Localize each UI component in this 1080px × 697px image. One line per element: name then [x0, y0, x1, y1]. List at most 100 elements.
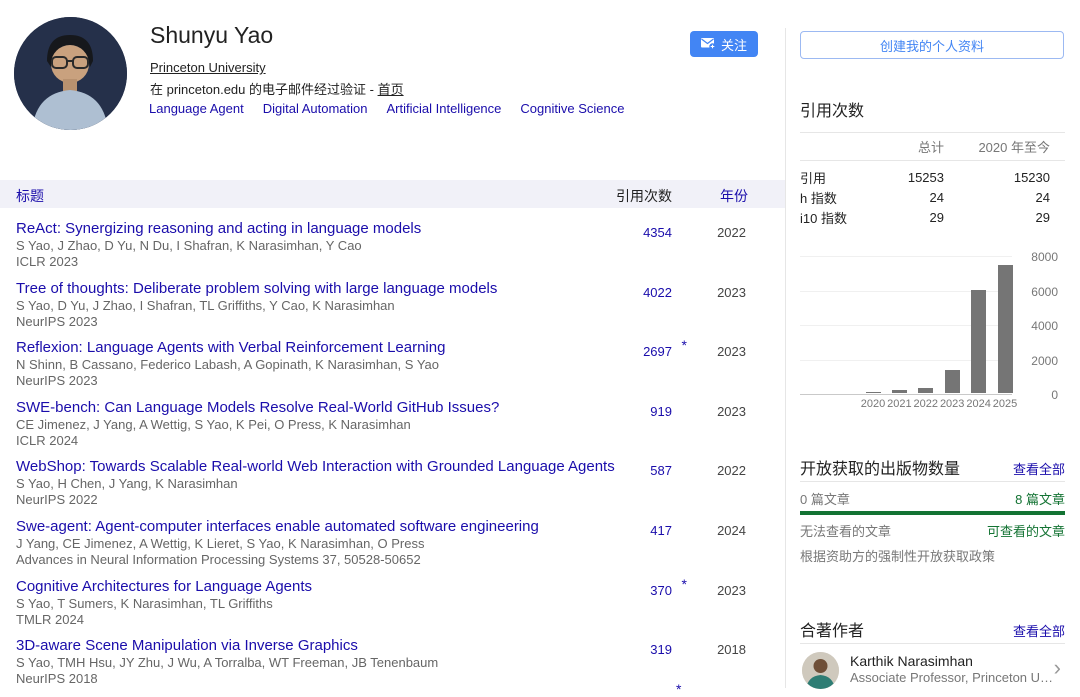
publication-row: Tree of thoughts: Deliberate problem sol…	[0, 274, 785, 334]
closed-articles-label: 无法查看的文章	[800, 524, 892, 539]
cited-by-count-link[interactable]: 319	[650, 642, 672, 657]
interest-link[interactable]: Language Agent	[149, 101, 244, 116]
sort-by-citations-header: 引用次数	[616, 188, 672, 204]
open-access-labels: 无法查看的文章 可查看的文章	[800, 521, 1065, 540]
citation-stats-body: 引用 15253 15230 h 指数 24 24 i10 指数 29 29	[800, 161, 1065, 227]
citations-per-year-chart	[800, 256, 1013, 395]
closed-articles-count: 0 篇文章	[800, 492, 850, 507]
open-access-view-all-link[interactable]: 查看全部	[1013, 459, 1065, 478]
cited-by-count-link[interactable]: 2697	[643, 344, 672, 359]
interest-link[interactable]: Cognitive Science	[520, 101, 624, 116]
chart-x-axis-labels: 2020 2021 2022 2023 2024 2025	[800, 398, 1017, 412]
publication-venue: TMLR 2024	[16, 611, 84, 627]
publication-year: 2023	[717, 403, 746, 419]
chart-ytick-label: 4000	[1031, 319, 1058, 333]
stat-value-since: 15230	[1013, 169, 1050, 185]
chart-bar-2022[interactable]	[918, 387, 934, 393]
affiliation-link[interactable]: Princeton University	[150, 60, 266, 75]
cited-by-count-link[interactable]: 4354	[643, 225, 672, 240]
cited-by-count-link[interactable]: 919	[650, 404, 672, 419]
coauthor-avatar-image	[802, 652, 839, 689]
verified-email-text: 在 princeton.edu 的电子邮件经过验证 -	[150, 82, 378, 97]
chart-gridline	[800, 256, 1012, 257]
citation-stats-row: h 指数 24 24	[800, 187, 1065, 207]
publication-venue: ICLR 2023	[16, 254, 79, 269]
chart-xtick-label: 2020	[860, 398, 886, 410]
coauthors-view-all-link[interactable]: 查看全部	[1013, 621, 1065, 640]
publication-year: 2023	[717, 582, 746, 598]
chart-bar-2020[interactable]	[865, 391, 881, 393]
homepage-link[interactable]: 首页	[378, 82, 404, 97]
profile-name: Shunyu Yao	[150, 22, 274, 48]
chart-ytick-label: 2000	[1031, 353, 1058, 368]
stat-label: h 指数	[800, 190, 837, 206]
coauthors-header: 合著作者 查看全部	[800, 617, 1065, 641]
open-access-note: 根据资助方的强制性开放获取政策	[800, 549, 996, 564]
chart-bar-2023[interactable]	[944, 369, 960, 393]
publication-venue: NeurIPS 2023	[16, 373, 98, 389]
chart-gridline	[800, 394, 1012, 395]
publication-venue: NeurIPS 2018	[16, 671, 98, 687]
publication-authors: J Yang, CE Jimenez, A Wettig, K Lieret, …	[16, 535, 425, 551]
stat-label: i10 指数	[800, 210, 847, 226]
partial-next-row-star: *	[676, 681, 682, 697]
sort-by-year-header[interactable]: 年份	[720, 186, 748, 206]
chevron-right-icon[interactable]: ›	[1054, 655, 1061, 681]
publication-authors: CE Jimenez, J Yang, A Wettig, S Yao, K P…	[16, 416, 411, 432]
chart-bar-2024[interactable]	[971, 289, 987, 393]
sidebar-column: 创建我的个人资料 引用次数 总计 2020 年至今 引用 15253 15230…	[800, 0, 1065, 693]
publication-venue: NeurIPS 2022	[16, 492, 98, 508]
publication-row: WebShop: Towards Scalable Real-world Web…	[0, 452, 785, 512]
chart-xtick-label: 2025	[992, 398, 1018, 410]
interest-link[interactable]: Artificial Intelligence	[387, 101, 502, 116]
cited-by-count-link[interactable]: 370	[650, 583, 672, 598]
research-interests: Language Agent Digital Automation Artifici…	[149, 101, 643, 116]
stat-value-since: 29	[1035, 209, 1050, 225]
cited-by-count-link[interactable]: 4022	[643, 285, 672, 300]
chart-xtick-label: 2023	[939, 398, 965, 410]
publication-year: 2022	[717, 225, 746, 240]
citation-stats-table: 总计 2020 年至今 引用 15253 15230 h 指数 24 24 i1…	[800, 132, 1065, 227]
stats-header-since: 2020 年至今	[978, 140, 1050, 155]
citation-stats-header-row: 总计 2020 年至今	[800, 132, 1065, 161]
chart-ytick-label: 0	[1051, 388, 1058, 402]
publication-authors: S Yao, TMH Hsu, JY Zhu, J Wu, A Torralba…	[16, 655, 439, 671]
coauthor-name-link[interactable]: Karthik Narasimhan	[850, 653, 973, 669]
follow-button[interactable]: 关注	[690, 31, 758, 57]
open-access-counts: 0 篇文章 8 篇文章	[800, 489, 1065, 508]
publication-year: 2023	[717, 344, 746, 360]
estimated-citations-star: *	[681, 337, 687, 354]
publication-venue: ICLR 2024	[16, 432, 79, 448]
stat-label: 引用	[800, 170, 827, 186]
chart-xtick-label: 2022	[913, 398, 939, 410]
publication-authors: S Yao, D Yu, J Zhao, I Shafran, TL Griff…	[16, 297, 395, 313]
follow-button-label: 关注	[720, 37, 747, 53]
cited-by-count-link[interactable]: 587	[650, 463, 672, 478]
open-articles-count-link[interactable]: 8 篇文章	[1015, 489, 1065, 508]
profile-photo[interactable]	[14, 17, 127, 130]
stats-header-all: 总计	[917, 140, 944, 155]
citation-stats-row: i10 指数 29 29	[800, 207, 1065, 227]
coauthor-avatar	[802, 652, 839, 689]
interest-link[interactable]: Digital Automation	[263, 101, 368, 116]
sort-by-title-header[interactable]: 标题	[16, 186, 44, 206]
create-profile-button[interactable]: 创建我的个人资料	[800, 31, 1064, 59]
open-access-header: 开放获取的出版物数量 查看全部	[800, 455, 1065, 479]
publication-authors: S Yao, J Zhao, D Yu, N Du, I Shafran, K …	[16, 238, 362, 253]
publication-venue: NeurIPS 2023	[16, 313, 98, 329]
publication-authors: S Yao, H Chen, J Yang, K Narasimhan	[16, 476, 238, 492]
chart-ytick-label: 8000	[1031, 250, 1058, 264]
coauthor-item[interactable]: Karthik Narasimhan Associate Professor, …	[800, 651, 1065, 693]
chart-y-axis-labels: 0 2000 4000 6000 8000	[1012, 250, 1060, 408]
publication-year: 2023	[717, 284, 746, 300]
cited-by-count-link[interactable]: 417	[650, 523, 672, 538]
cited-by-section-title: 引用次数	[800, 103, 865, 120]
publication-row: 3D-aware Scene Manipulation via Inverse …	[0, 631, 785, 691]
publication-year: 2018	[717, 642, 746, 658]
publication-venue: Advances in Neural Information Processin…	[16, 551, 421, 567]
chart-xtick-label: 2024	[966, 398, 991, 410]
chart-bar-2025[interactable]	[997, 265, 1013, 393]
chart-bar-2021[interactable]	[891, 390, 907, 393]
publications-list: ReAct: Synergizing reasoning and acting …	[0, 214, 785, 691]
main-column: Shunyu Yao Princeton University 在 prince…	[0, 0, 785, 697]
